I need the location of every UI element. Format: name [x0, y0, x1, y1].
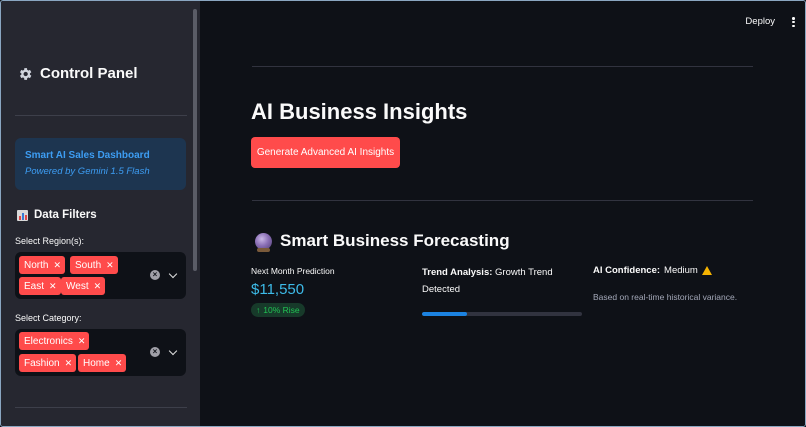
- remove-tag-icon[interactable]: ✕: [94, 281, 102, 292]
- divider: [252, 66, 753, 67]
- region-multiselect[interactable]: North ✕ South ✕ East ✕ West ✕ ×: [15, 252, 186, 299]
- chevron-down-icon[interactable]: [168, 346, 178, 356]
- sidebar-title-text: Control Panel: [40, 65, 138, 82]
- clear-all-icon[interactable]: ×: [150, 347, 160, 357]
- tag-label: Fashion: [24, 357, 60, 369]
- sidebar-divider: [15, 115, 187, 116]
- tag-label: North: [24, 259, 49, 271]
- trend-label: Trend Analysis:: [422, 267, 493, 278]
- region-tag-north[interactable]: North ✕: [19, 256, 65, 274]
- remove-tag-icon[interactable]: ✕: [49, 281, 57, 292]
- category-multiselect[interactable]: Electronics ✕ Fashion ✕ Home ✕ ×: [15, 329, 186, 376]
- main-content: Deploy AI Business Insights Generate Adv…: [200, 1, 805, 426]
- arrow-up-icon: ↑: [256, 305, 261, 315]
- confidence-value: Medium: [664, 265, 698, 276]
- page-title: AI Business Insights: [251, 99, 468, 124]
- deploy-button[interactable]: Deploy: [745, 16, 775, 27]
- clear-all-icon[interactable]: ×: [150, 270, 160, 280]
- region-tag-south[interactable]: South ✕: [70, 256, 118, 274]
- delta-text: 10% Rise: [263, 305, 300, 315]
- metric-label: Next Month Prediction: [251, 266, 335, 276]
- remove-tag-icon[interactable]: ✕: [53, 260, 61, 271]
- tag-label: East: [24, 280, 45, 292]
- category-tag-electronics[interactable]: Electronics ✕: [19, 332, 90, 350]
- tag-label: Home: [83, 357, 110, 369]
- chevron-down-icon[interactable]: [168, 269, 178, 279]
- filters-heading-text: Data Filters: [34, 209, 97, 221]
- remove-tag-icon[interactable]: ✕: [106, 260, 114, 271]
- ai-confidence: AI Confidence: Medium: [593, 265, 712, 276]
- sidebar: Control Panel Smart AI Sales Dashboard P…: [1, 1, 200, 426]
- tag-label: South: [75, 259, 102, 271]
- gear-icon: [20, 67, 32, 80]
- trend-analysis: Trend Analysis: Growth Trend Detected: [422, 264, 572, 298]
- warning-icon: [701, 266, 712, 275]
- divider: [252, 200, 753, 201]
- crystal-ball-icon: [255, 232, 272, 252]
- category-tag-fashion[interactable]: Fashion ✕: [19, 354, 77, 372]
- metric-value: $11,550: [251, 281, 305, 298]
- sidebar-title: Control Panel: [17, 65, 138, 82]
- kebab-menu-icon[interactable]: [792, 17, 795, 27]
- info-box: Smart AI Sales Dashboard Powered by Gemi…: [15, 138, 186, 190]
- tag-label: West: [66, 280, 89, 292]
- category-label: Select Category:: [15, 313, 82, 323]
- forecast-heading-text: Smart Business Forecasting: [280, 231, 510, 250]
- region-tag-east[interactable]: East ✕: [19, 277, 61, 295]
- progress-fill: [422, 312, 467, 316]
- confidence-caption: Based on real-time historical variance.: [593, 292, 738, 302]
- confidence-label: AI Confidence:: [593, 265, 661, 276]
- remove-tag-icon[interactable]: ✕: [115, 358, 123, 369]
- metric-delta: ↑ 10% Rise: [251, 303, 305, 317]
- bar-chart-icon: [17, 209, 28, 221]
- remove-tag-icon[interactable]: ✕: [65, 358, 73, 369]
- filters-heading: Data Filters: [17, 209, 97, 221]
- tag-label: Electronics: [24, 335, 73, 347]
- sidebar-scrollbar[interactable]: [193, 9, 197, 271]
- category-tag-home[interactable]: Home ✕: [78, 354, 127, 372]
- trend-progress-bar: [422, 312, 582, 316]
- info-title: Smart AI Sales Dashboard: [25, 150, 150, 161]
- generate-insights-button[interactable]: Generate Advanced AI Insights: [251, 137, 400, 168]
- region-tag-west[interactable]: West ✕: [61, 277, 106, 295]
- region-label: Select Region(s):: [15, 236, 85, 246]
- remove-tag-icon[interactable]: ✕: [78, 336, 86, 347]
- app-window: Control Panel Smart AI Sales Dashboard P…: [0, 0, 806, 427]
- sidebar-divider: [15, 407, 187, 408]
- forecast-heading: Smart Business Forecasting: [255, 231, 510, 252]
- info-subtitle: Powered by Gemini 1.5 Flash: [25, 166, 150, 177]
